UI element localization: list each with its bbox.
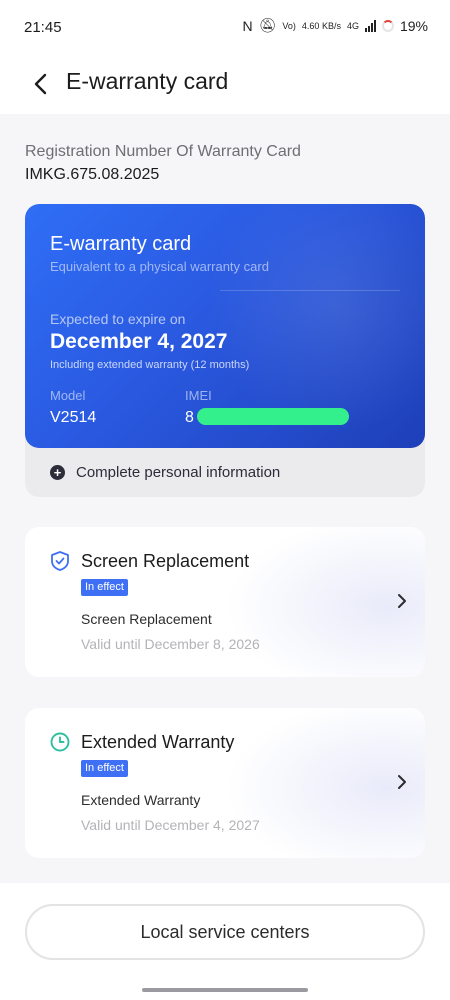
status-badge: In effect <box>81 579 128 596</box>
plan-title: Extended Warranty <box>81 732 235 752</box>
plan-valid-until: Valid until December 4, 2027 <box>81 817 260 833</box>
chevron-right-icon <box>398 594 406 608</box>
status-icons: N 🔕︎ Vo) 4.60 KB/s 4G 19% <box>242 17 428 34</box>
plan-title: Screen Replacement <box>81 551 250 571</box>
card-divider <box>220 290 400 291</box>
model-label: Model <box>50 388 86 403</box>
volte-label: Vo) <box>282 20 296 31</box>
card-shine-decoration <box>205 204 425 434</box>
expire-label: Expected to expire on <box>50 311 186 327</box>
plan-card-extended-warranty[interactable]: Extended Warranty In effect Extended War… <box>25 708 425 858</box>
top-app-bar: E-warranty card <box>0 56 450 114</box>
mute-bell-icon: 🔕︎ <box>258 17 277 33</box>
plan-name: Screen Replacement <box>81 611 212 627</box>
expire-note: Including extended warranty (12 months) <box>50 359 250 371</box>
home-indicator[interactable] <box>142 988 308 992</box>
card-subtitle: Equivalent to a physical warranty card <box>50 259 269 274</box>
signal-icon <box>364 19 376 32</box>
page-title: E-warranty card <box>66 68 229 94</box>
registration-number: IMKG.675.08.2025 <box>25 166 160 183</box>
clock-icon <box>50 732 70 752</box>
expire-date: December 4, 2027 <box>50 330 228 353</box>
plan-card-screen-replacement[interactable]: Screen Replacement In effect Screen Repl… <box>25 527 425 677</box>
model-value: V2514 <box>50 409 97 426</box>
registration-label: Registration Number Of Warranty Card <box>25 143 301 160</box>
network-speed-unit: KB/s <box>321 20 341 31</box>
imei-redaction-mark <box>197 408 349 425</box>
plan-glow-decoration <box>225 708 425 858</box>
card-title: E-warranty card <box>50 233 192 255</box>
status-bar: 21:45 N 🔕︎ Vo) 4.60 KB/s 4G 19% <box>0 0 450 56</box>
battery-ring-icon <box>381 19 394 32</box>
network-speed: 4.60 KB/s <box>302 21 341 31</box>
local-service-centers-button[interactable]: Local service centers <box>25 904 425 960</box>
network-speed-value: 4.60 <box>301 20 320 31</box>
plan-glow-decoration <box>225 527 425 677</box>
complete-personal-info-row[interactable]: + Complete personal information <box>25 448 425 497</box>
back-arrow-icon[interactable] <box>28 70 56 98</box>
warranty-card: E-warranty card Equivalent to a physical… <box>25 204 425 448</box>
battery-percent: 19% <box>399 17 428 34</box>
shield-check-icon <box>51 551 69 571</box>
complete-personal-info-label: Complete personal information <box>76 464 281 481</box>
plan-valid-until: Valid until December 8, 2026 <box>81 636 260 652</box>
status-badge: In effect <box>81 760 128 777</box>
nfc-icon: N <box>242 17 253 34</box>
status-time: 21:45 <box>24 19 62 36</box>
plus-circle-icon: + <box>50 465 65 480</box>
chevron-right-icon <box>398 775 406 789</box>
imei-value: 8 <box>185 409 194 426</box>
network-type: 4G <box>346 20 359 31</box>
imei-label: IMEI <box>185 388 212 403</box>
bottom-bar: Local service centers <box>0 883 450 1000</box>
plan-name: Extended Warranty <box>81 792 201 808</box>
warranty-card-container: E-warranty card Equivalent to a physical… <box>25 204 425 497</box>
